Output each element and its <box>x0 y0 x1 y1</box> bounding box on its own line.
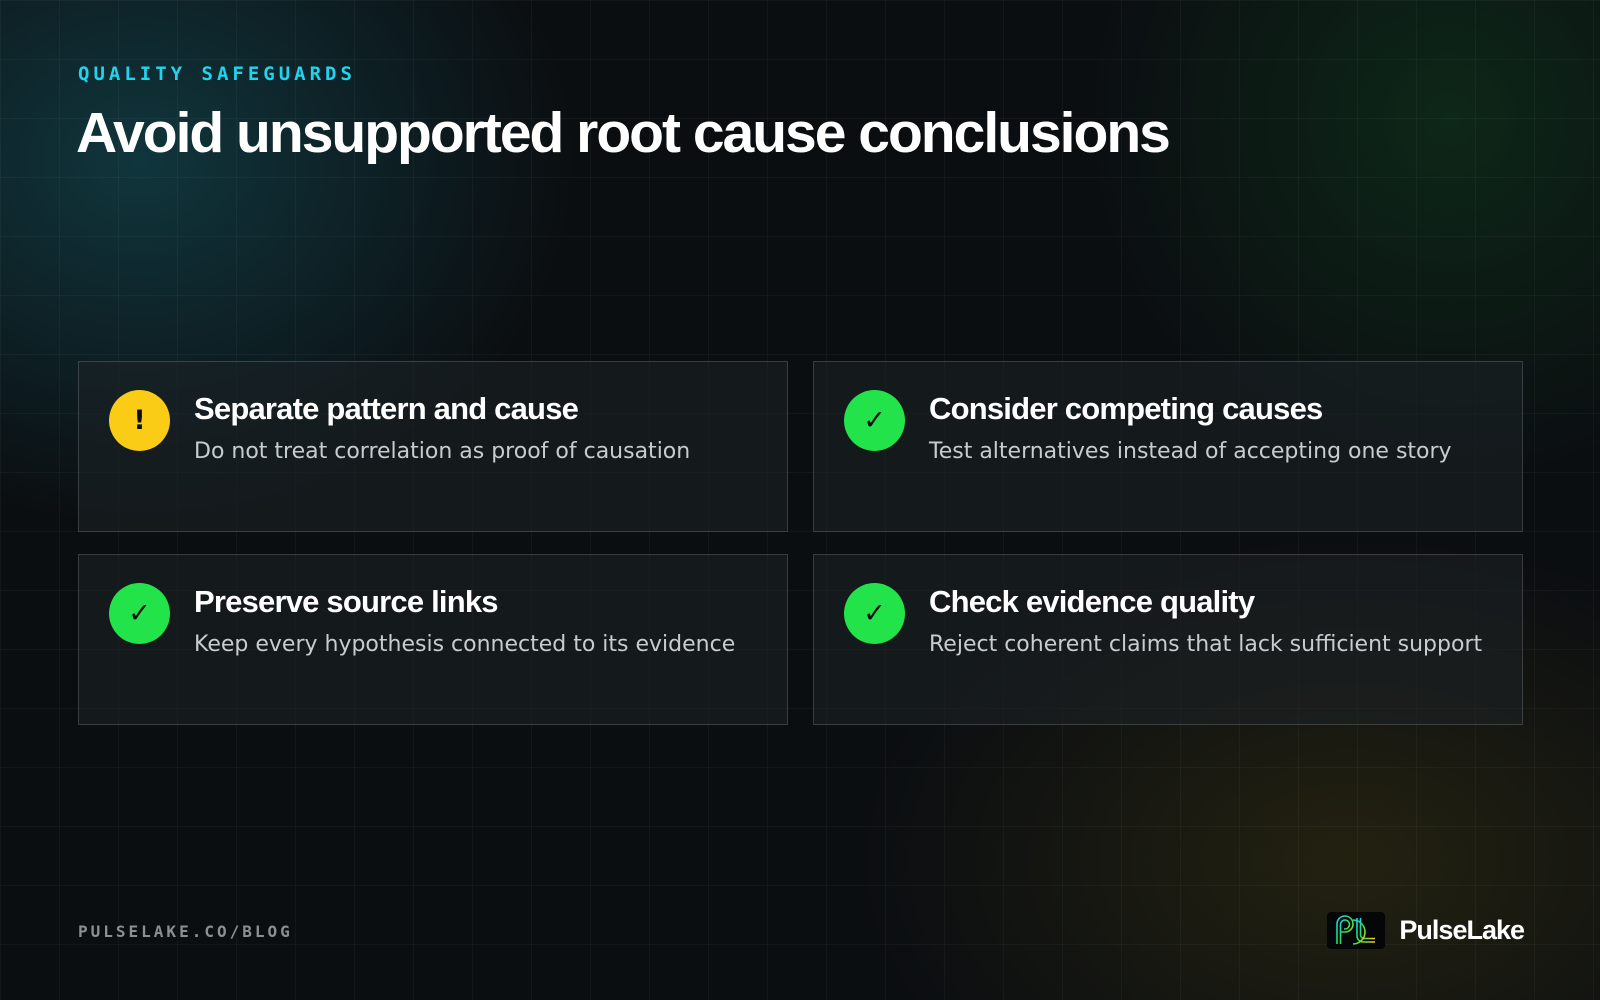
card-description: Keep every hypothesis connected to its e… <box>194 632 736 657</box>
card-check-evidence-quality: ✓ Check evidence quality Reject coherent… <box>813 554 1523 725</box>
card-title: Check evidence quality <box>929 584 1255 619</box>
card-separate-pattern-and-cause: ! Separate pattern and cause Do not trea… <box>78 361 788 532</box>
card-description: Reject coherent claims that lack suffici… <box>929 632 1483 657</box>
page-title: Avoid unsupported root cause conclusions <box>76 101 1171 165</box>
card-description: Test alternatives instead of accepting o… <box>929 439 1452 464</box>
check-icon: ✓ <box>109 583 170 644</box>
eyebrow-label: QUALITY SAFEGUARDS <box>78 63 356 85</box>
check-icon: ✓ <box>844 583 905 644</box>
card-title: Separate pattern and cause <box>194 391 579 426</box>
brand-name: PulseLake <box>1399 915 1525 945</box>
card-title: Consider competing causes <box>929 391 1323 426</box>
card-title: Preserve source links <box>194 584 499 619</box>
slide: QUALITY SAFEGUARDS Avoid unsupported roo… <box>0 0 1600 1000</box>
brand: PulseLake <box>1327 912 1525 949</box>
card-description: Do not treat correlation as proof of cau… <box>194 439 691 464</box>
safeguard-cards: ! Separate pattern and cause Do not trea… <box>78 361 1523 725</box>
pulselake-logo-icon <box>1327 912 1386 949</box>
check-icon: ✓ <box>844 390 905 451</box>
pulselake-logo-mark <box>1336 914 1376 945</box>
card-consider-competing-causes: ✓ Consider competing causes Test alterna… <box>813 361 1523 532</box>
card-preserve-source-links: ✓ Preserve source links Keep every hypot… <box>78 554 788 725</box>
exclamation-icon: ! <box>109 390 170 451</box>
blog-url-link[interactable]: PULSELAKE.CO/BLOG <box>78 922 293 941</box>
